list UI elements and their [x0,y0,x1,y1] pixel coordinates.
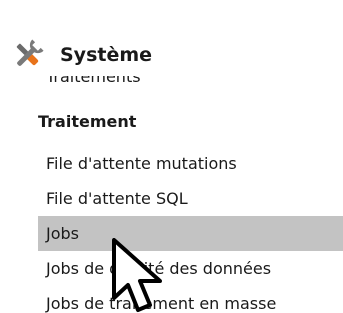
menu-item-file-attente-mutations[interactable]: File d'attente mutations [38,146,343,181]
section-header[interactable]: Système [8,35,152,75]
group-title: Traitement [38,112,137,131]
menu-item-jobs-qualite-donnees[interactable]: Jobs de qualité des données [38,251,343,286]
navigation-panel: Système Traitements Traitement File d'at… [0,0,343,313]
mouse-pointer-icon [112,238,162,312]
menu-item-file-attente-sql[interactable]: File d'attente SQL [38,181,343,216]
menu-list: File d'attente mutations File d'attente … [38,146,343,313]
partial-menu-item[interactable]: Traitements [38,76,338,90]
menu-item-jobs-traitement-masse[interactable]: Jobs de traitement en masse [38,286,343,313]
menu-item-jobs[interactable]: Jobs [38,216,343,251]
tools-icon [16,39,44,66]
section-title: Système [60,44,153,66]
partial-menu-item-label: Traitements [46,76,141,86]
